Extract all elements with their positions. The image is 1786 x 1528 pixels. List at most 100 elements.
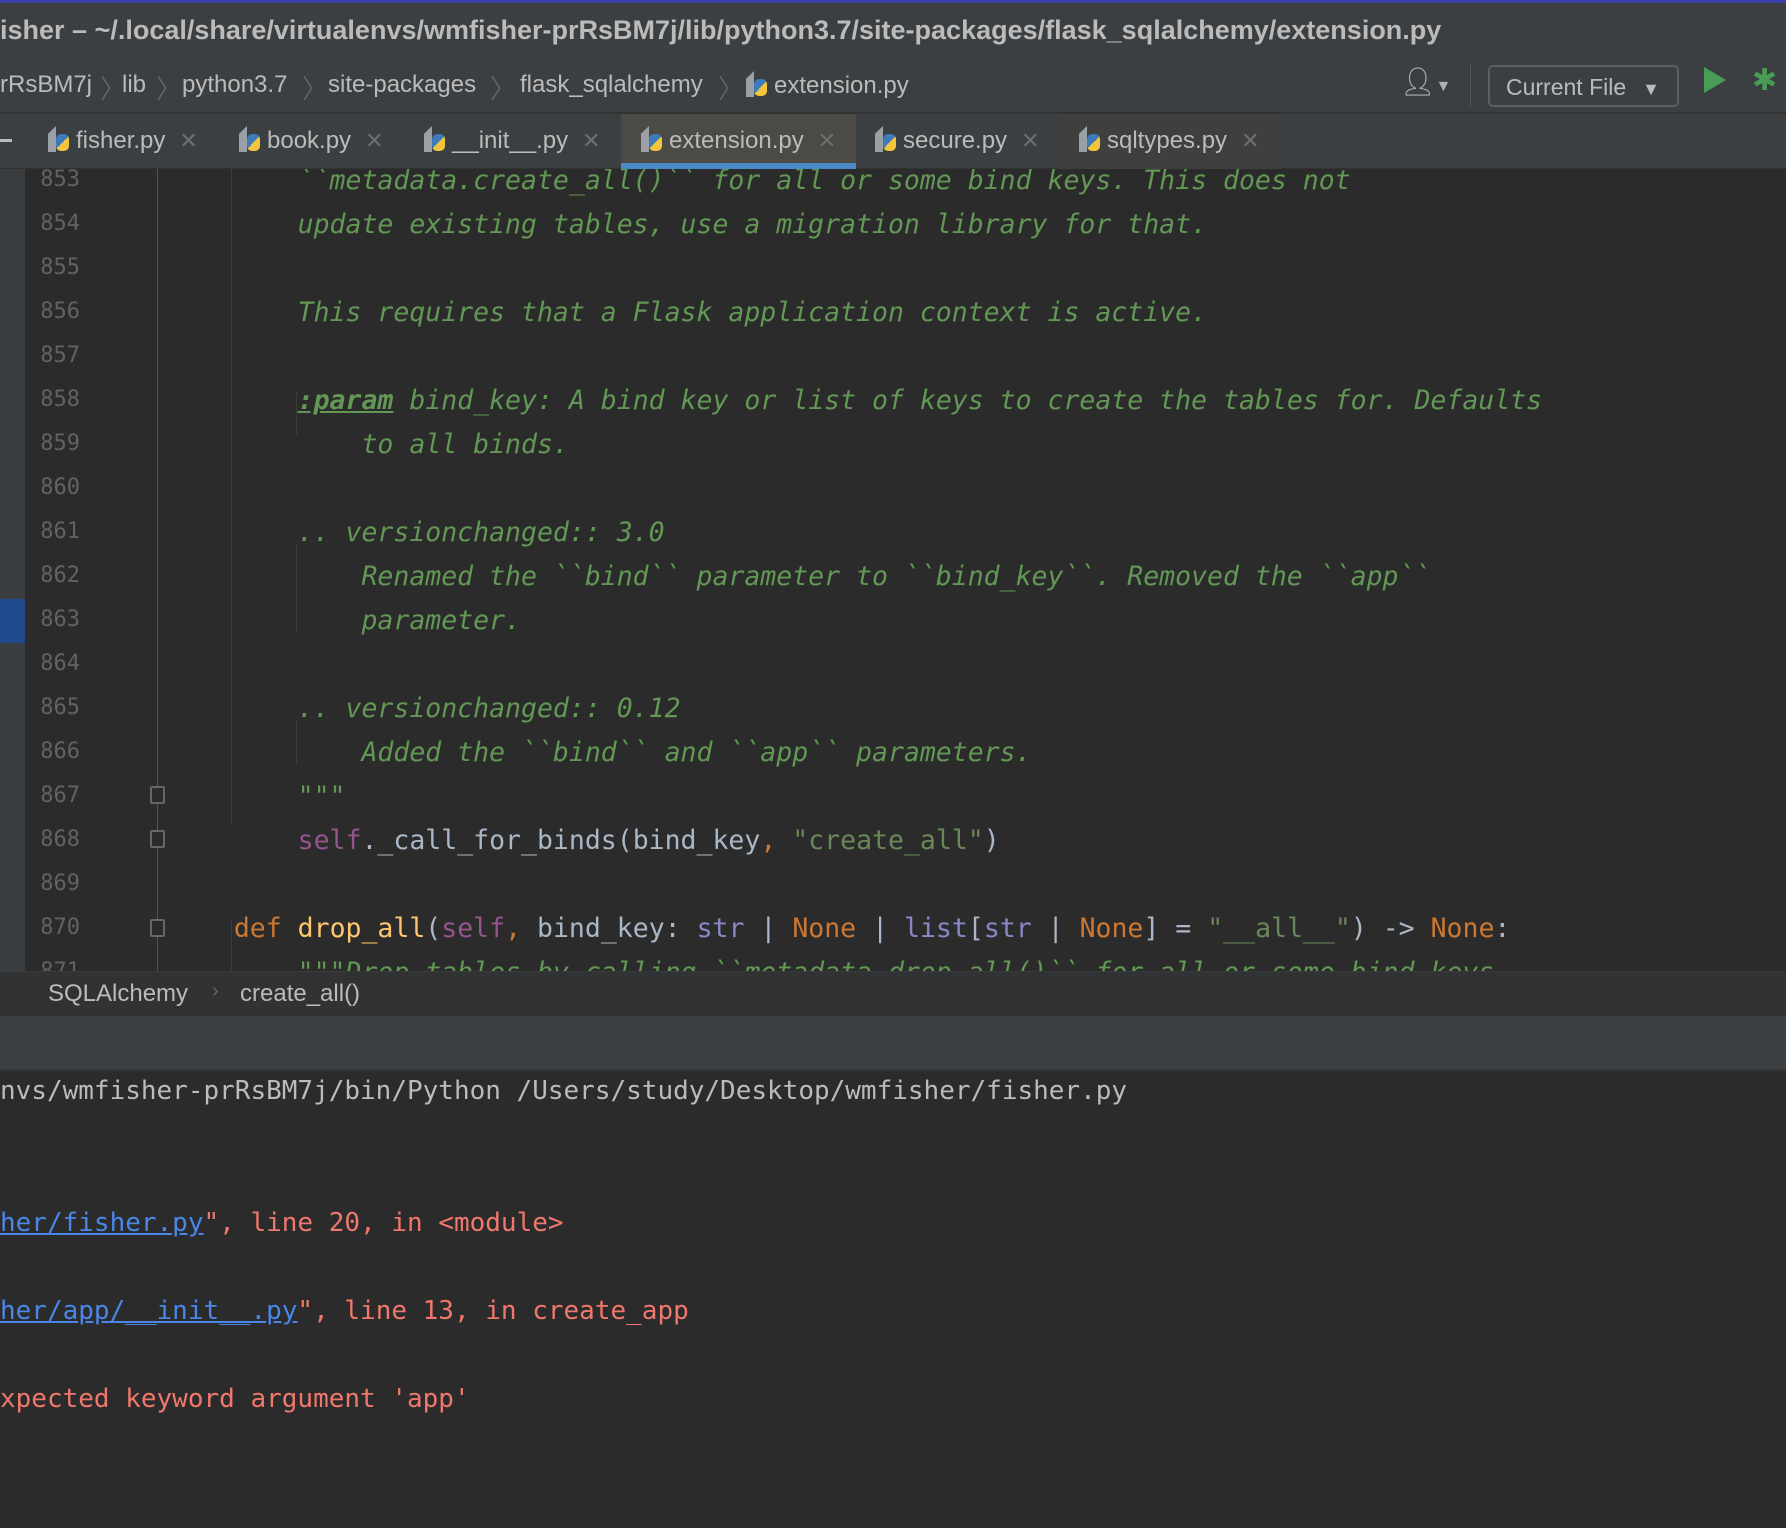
- fold-end-icon[interactable]: [150, 786, 165, 804]
- code-line[interactable]: parameter.: [170, 599, 521, 643]
- chevron-down-icon: ▼: [1642, 79, 1660, 99]
- console-line: her/fisher.py", line 20, in <module>: [0, 1208, 564, 1238]
- tab-secure[interactable]: secure.py ✕: [875, 114, 1048, 169]
- tab-label: sqltypes.py: [1107, 127, 1228, 154]
- fold-end-icon[interactable]: [150, 830, 165, 848]
- tab-label: secure.py: [903, 127, 1008, 154]
- tab-label: fisher.py: [76, 127, 166, 154]
- chevron-right-icon: 〉: [302, 74, 329, 104]
- fold-start-icon[interactable]: [150, 919, 165, 937]
- code-token: bind_key:: [537, 913, 697, 944]
- code-line[interactable]: This requires that a Flask application c…: [170, 291, 1207, 335]
- code-token: .. versionchanged:: 3.0: [170, 517, 665, 548]
- code-token: ): [983, 825, 1000, 856]
- code-token: to all binds.: [170, 429, 569, 460]
- crumb-file-label: extension.py: [774, 72, 909, 99]
- code-token: def: [233, 913, 298, 944]
- code-token: list: [904, 913, 968, 944]
- code-breadcrumb-bar: SQLAlchemy › create_all(): [0, 971, 1786, 1016]
- code-line[interactable]: """: [170, 775, 346, 819]
- code-token: str: [696, 913, 745, 944]
- code-line[interactable]: Renamed the ``bind`` parameter to ``bind…: [170, 555, 1430, 599]
- console-line: xpected keyword argument 'app': [0, 1384, 470, 1414]
- line-number: 865: [40, 695, 80, 720]
- code-token: [: [967, 913, 984, 944]
- code-line[interactable]: """Drop tables by calling ``metadata.dro…: [170, 951, 1511, 971]
- code-token: self: [297, 825, 362, 856]
- chevron-right-icon: 〉: [718, 74, 745, 104]
- tab-label: book.py: [267, 127, 352, 154]
- run-icon[interactable]: [1704, 67, 1726, 93]
- line-number: 869: [40, 871, 80, 896]
- close-icon[interactable]: ✕: [1241, 128, 1259, 153]
- code-token: ._call_for_binds(bind_key: [361, 825, 761, 856]
- code-line[interactable]: .. versionchanged:: 3.0: [170, 511, 665, 555]
- code-token: (: [425, 913, 442, 944]
- code-line[interactable]: def drop_all(self, bind_key: str | None …: [170, 907, 1511, 951]
- close-icon[interactable]: ✕: [179, 128, 197, 153]
- breadcrumb-method[interactable]: create_all(): [240, 980, 360, 1008]
- line-number: 866: [40, 739, 80, 764]
- chevron-right-icon: 〉: [156, 74, 183, 104]
- python-file-icon: [424, 126, 446, 152]
- code-editor[interactable]: 853 ``metadata.create_all()`` for all or…: [0, 169, 1786, 971]
- tab-fisher[interactable]: fisher.py ✕: [48, 114, 211, 169]
- tab-extension[interactable]: extension.py ✕: [621, 114, 856, 169]
- code-line[interactable]: update existing tables, use a migration …: [170, 203, 1207, 247]
- code-line[interactable]: :param bind_key: A bind key or list of k…: [170, 379, 1542, 423]
- code-token: update existing tables, use a migration …: [170, 209, 1208, 240]
- python-file-icon: [48, 126, 70, 152]
- file-link[interactable]: her/app/__init__.py: [0, 1296, 297, 1326]
- code-token: ,: [760, 825, 793, 856]
- crumb-site-packages[interactable]: site-packages: [328, 71, 476, 99]
- line-number: 855: [40, 255, 80, 280]
- close-icon[interactable]: ✕: [365, 128, 383, 153]
- line-number: 863: [40, 607, 80, 632]
- code-token: drop_all: [297, 913, 426, 944]
- collapse-icon[interactable]: [0, 139, 12, 142]
- chevron-right-icon: ›: [212, 980, 219, 1002]
- code-token: This requires that a Flask application c…: [170, 297, 1208, 328]
- code-token: None: [1079, 913, 1144, 944]
- code-line[interactable]: Added the ``bind`` and ``app`` parameter…: [170, 731, 1032, 775]
- crumb-python[interactable]: python3.7: [182, 71, 287, 99]
- line-number: 868: [40, 827, 80, 852]
- debug-icon[interactable]: ✱: [1752, 63, 1777, 98]
- line-number: 859: [40, 431, 80, 456]
- line-number: 862: [40, 563, 80, 588]
- code-token: Added the ``bind`` and ``app`` parameter…: [170, 737, 1032, 768]
- tab-sqltypes[interactable]: sqltypes.py ✕: [1059, 114, 1281, 169]
- code-token: ) ->: [1350, 913, 1431, 944]
- code-token: """: [170, 781, 346, 812]
- crumb-lib[interactable]: lib: [122, 71, 146, 99]
- code-line[interactable]: self._call_for_binds(bind_key, "create_a…: [170, 819, 1000, 863]
- user-icon[interactable]: 👤︎▼: [1400, 65, 1451, 98]
- line-number: 867: [40, 783, 80, 808]
- line-number: 860: [40, 475, 80, 500]
- line-number: 864: [40, 651, 80, 676]
- run-config-dropdown[interactable]: Current File ▼: [1488, 65, 1679, 107]
- navigation-bar: rRsBM7j 〉 lib 〉 python3.7 〉 site-package…: [0, 57, 1786, 114]
- run-console[interactable]: nvs/wmfisher-prRsBM7j/bin/Python /Users/…: [0, 1071, 1786, 1528]
- code-token: |: [856, 913, 905, 944]
- code-token: |: [1031, 913, 1080, 944]
- crumb-file[interactable]: extension.py: [746, 71, 909, 100]
- crumb-flask-sqlalchemy[interactable]: flask_sqlalchemy: [520, 71, 703, 99]
- line-number: 870: [40, 915, 80, 940]
- tab-init[interactable]: __init__.py ✕: [424, 114, 609, 169]
- code-token: ] =: [1143, 913, 1208, 944]
- file-link[interactable]: her/fisher.py: [0, 1208, 204, 1238]
- crumb-project[interactable]: rRsBM7j: [0, 71, 92, 99]
- code-token: ``metadata.create_all()`` for all or som…: [170, 169, 1351, 196]
- close-icon[interactable]: ✕: [1021, 128, 1039, 153]
- tab-book[interactable]: book.py ✕: [239, 114, 393, 169]
- breadcrumb-class[interactable]: SQLAlchemy: [48, 980, 188, 1008]
- code-token: None: [792, 913, 857, 944]
- close-icon[interactable]: ✕: [582, 128, 600, 153]
- chevron-right-icon: 〉: [490, 74, 517, 104]
- code-line[interactable]: .. versionchanged:: 0.12: [170, 687, 681, 731]
- code-line[interactable]: ``metadata.create_all()`` for all or som…: [170, 169, 1351, 203]
- close-icon[interactable]: ✕: [818, 128, 836, 153]
- code-line[interactable]: to all binds.: [170, 423, 569, 467]
